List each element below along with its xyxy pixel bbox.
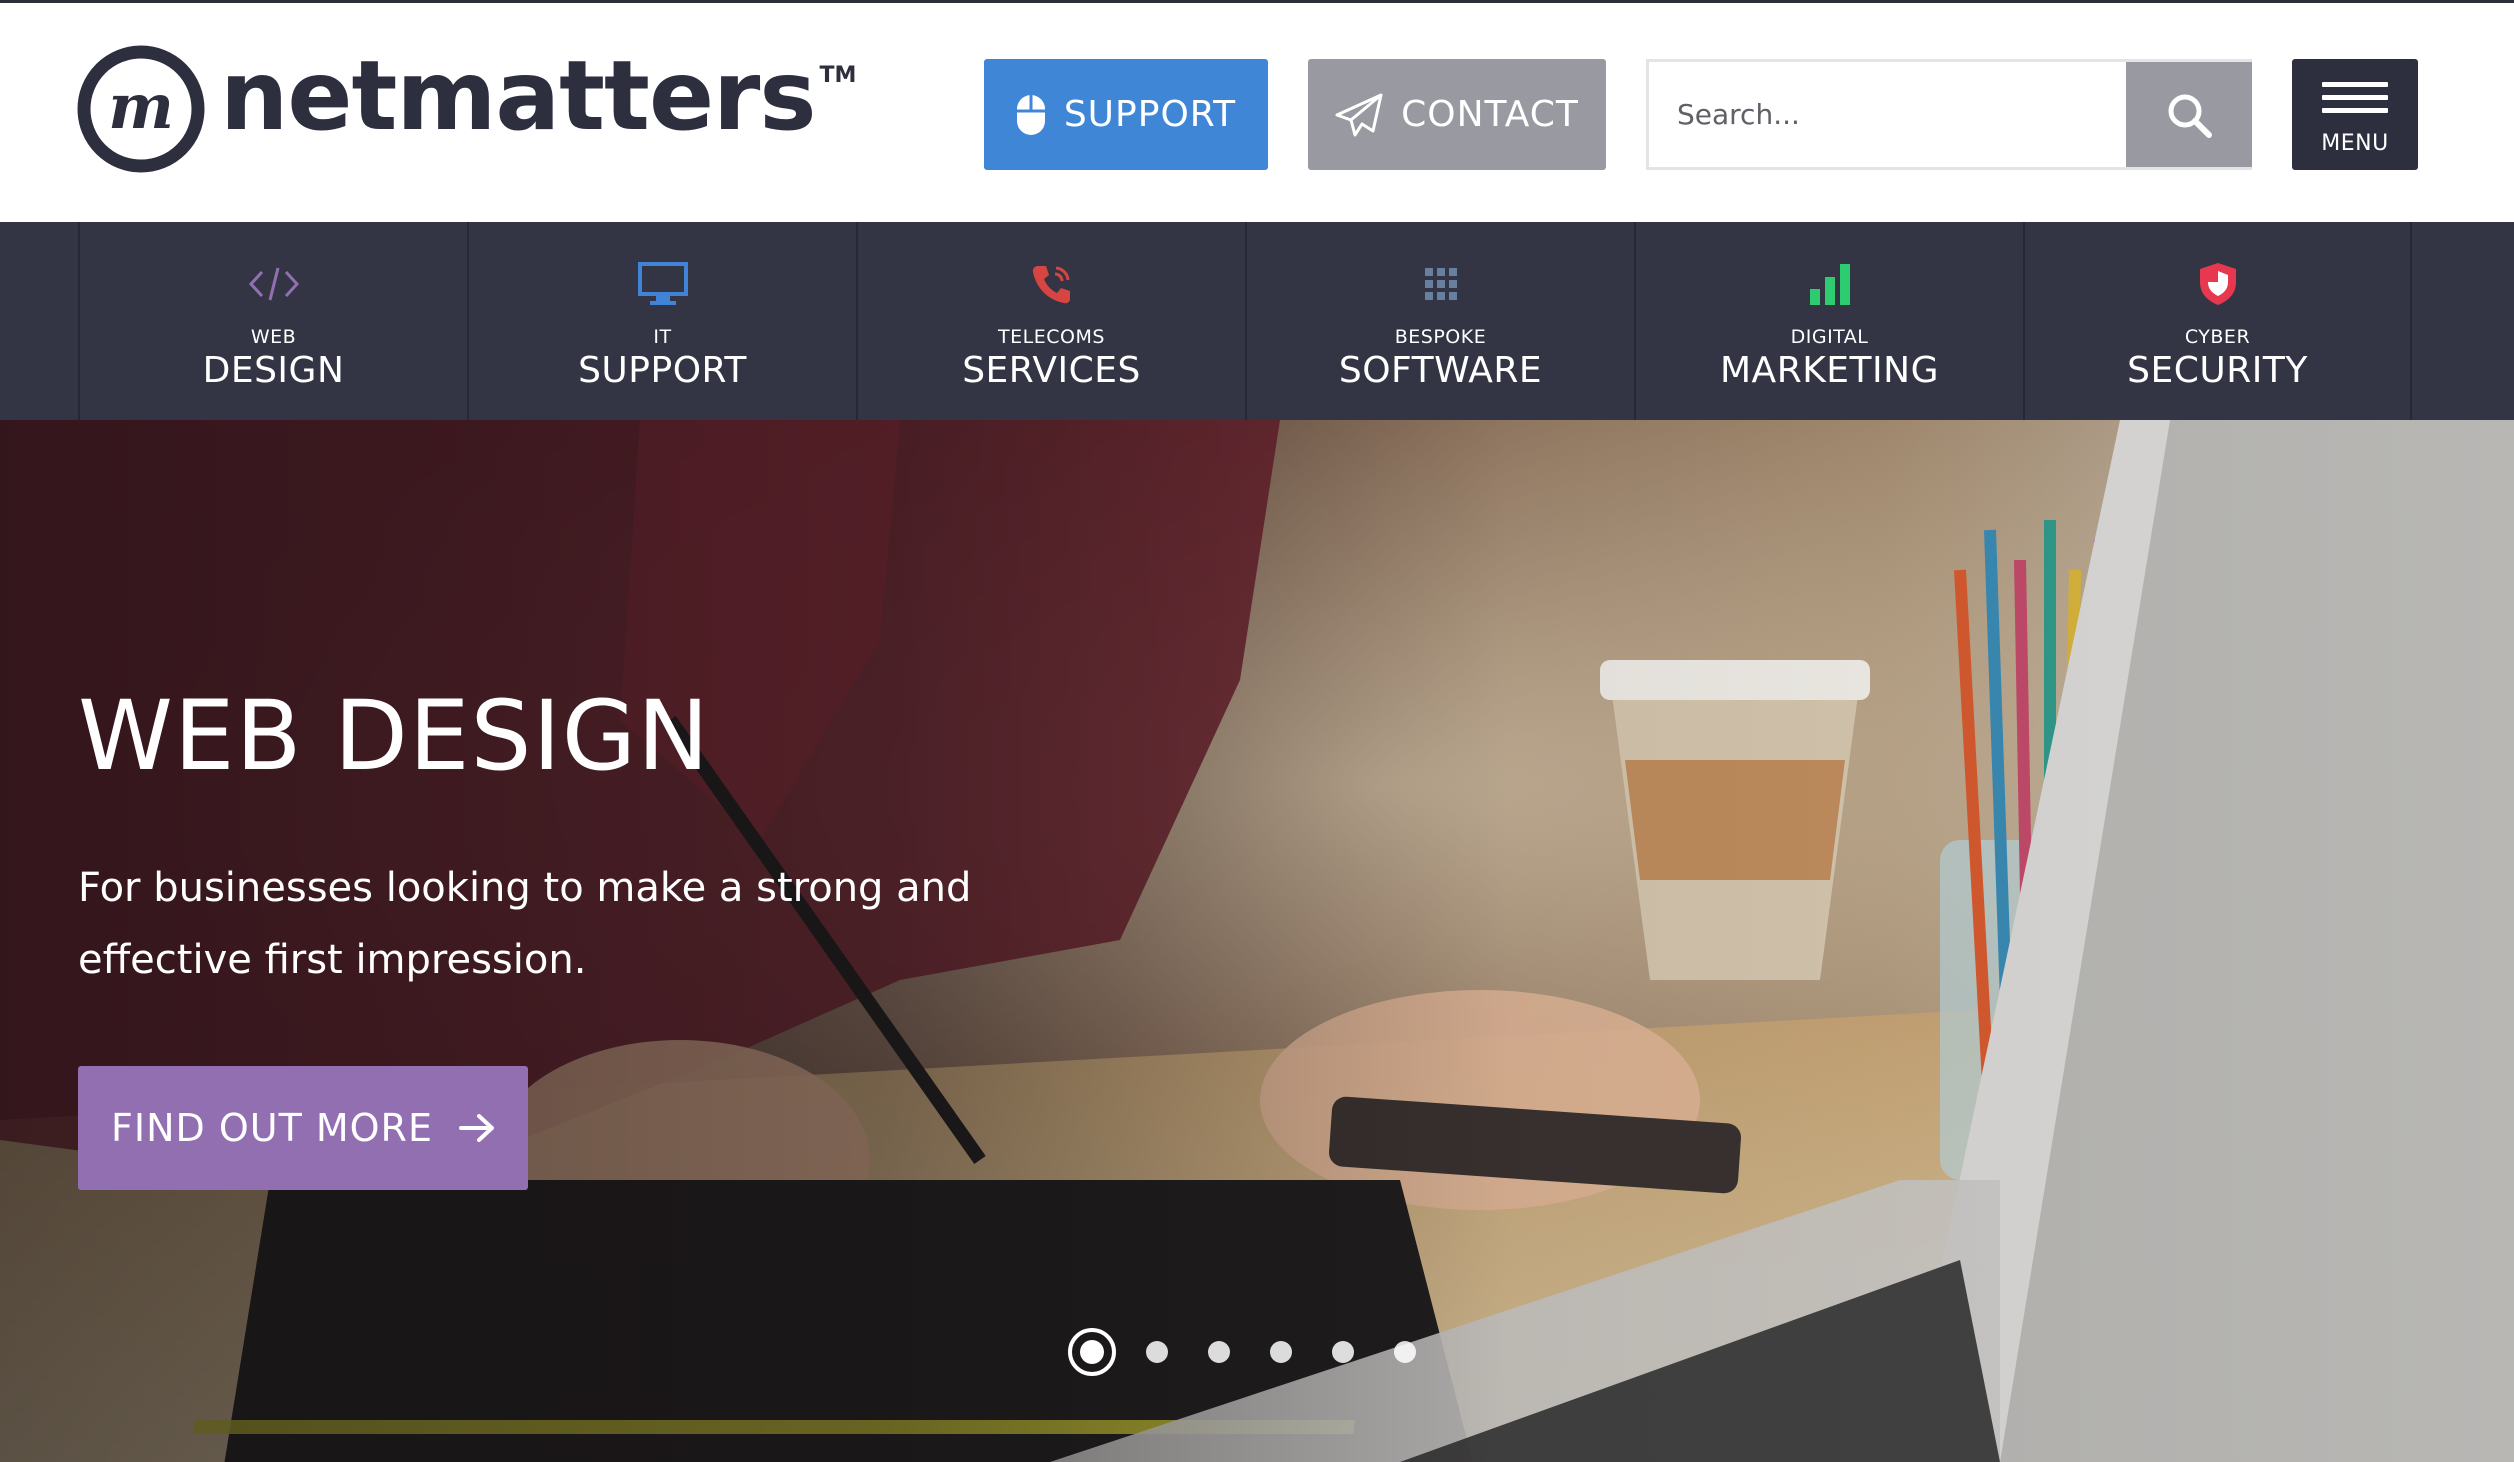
slider-dot-active[interactable] (1068, 1328, 1116, 1376)
nav-item-big-label: SOFTWARE (1338, 350, 1543, 391)
nav-item-cyber-security[interactable]: CYBER SECURITY (2023, 222, 2412, 420)
slider-dot[interactable] (1146, 1341, 1168, 1363)
nav-item-small-label: TELECOMS (998, 326, 1105, 348)
nav-item-small-label: CYBER (2184, 326, 2251, 348)
hero-slider: WEB DESIGN For businesses looking to mak… (0, 420, 2514, 1462)
nav-item-small-label: WEB (250, 326, 297, 348)
hamburger-icon (2322, 74, 2388, 121)
nav-item-bespoke-software[interactable]: BESPOKE SOFTWARE (1245, 222, 1634, 420)
monitor-icon (633, 260, 693, 308)
menu-button[interactable]: MENU (2292, 59, 2418, 170)
support-button[interactable]: SUPPORT (984, 59, 1268, 170)
support-label: SUPPORT (1063, 94, 1237, 135)
contact-label: CONTACT (1401, 94, 1579, 135)
nav-item-big-label: SECURITY (2127, 350, 2308, 391)
search-icon (2168, 94, 2212, 138)
paper-plane-icon (1335, 93, 1383, 137)
slider-dot[interactable] (1394, 1341, 1416, 1363)
slider-dot[interactable] (1208, 1341, 1230, 1363)
nav-item-big-label: MARKETING (1720, 350, 1939, 391)
contact-button[interactable]: CONTACT (1308, 59, 1606, 170)
slider-pagination (1068, 1328, 1456, 1376)
nav-item-small-label: BESPOKE (1394, 326, 1487, 348)
netmatters-logo[interactable]: m netmatters TM (76, 40, 856, 177)
site-header: m netmatters TM SUPPORT CONTACT Search..… (0, 3, 2514, 222)
code-icon (244, 260, 304, 308)
grid-icon (1411, 260, 1471, 308)
svg-text:m: m (108, 70, 174, 143)
slider-dot[interactable] (1332, 1341, 1354, 1363)
search-input[interactable] (1649, 62, 2126, 167)
nav-item-telecoms-services[interactable]: TELECOMS SERVICES (856, 222, 1245, 420)
services-nav: WEB DESIGN IT SUPPORT TELECOMS SERVICES (0, 222, 2514, 420)
shield-icon (2188, 260, 2248, 308)
nav-item-big-label: SERVICES (962, 350, 1141, 391)
nav-item-digital-marketing[interactable]: DIGITAL MARKETING (1634, 222, 2023, 420)
nav-item-small-label: IT (653, 326, 672, 348)
slider-dot[interactable] (1270, 1341, 1292, 1363)
bar-chart-icon (1800, 260, 1860, 308)
menu-label: MENU (2321, 130, 2389, 156)
hero-subtitle: For businesses looking to make a strong … (78, 865, 972, 983)
mouse-icon (1016, 94, 1046, 136)
nav-item-web-design[interactable]: WEB DESIGN (78, 222, 467, 420)
hero-title: WEB DESIGN (78, 680, 710, 792)
find-out-more-button[interactable]: FIND OUT MORE (78, 1066, 528, 1190)
arrow-right-icon (458, 1113, 495, 1143)
logo-trademark: TM (819, 63, 857, 88)
nav-item-big-label: DESIGN (202, 350, 345, 391)
nav-item-small-label: DIGITAL (1790, 326, 1869, 348)
find-out-more-label: FIND OUT MORE (111, 1106, 433, 1150)
nav-item-it-support[interactable]: IT SUPPORT (467, 222, 856, 420)
phone-icon (1022, 260, 1082, 308)
search-button[interactable] (2126, 62, 2252, 167)
logo-mark-icon: m (77, 45, 205, 173)
search-box (1646, 59, 2252, 170)
logo-wordmark: netmatters (220, 40, 817, 152)
nav-item-big-label: SUPPORT (578, 350, 747, 391)
